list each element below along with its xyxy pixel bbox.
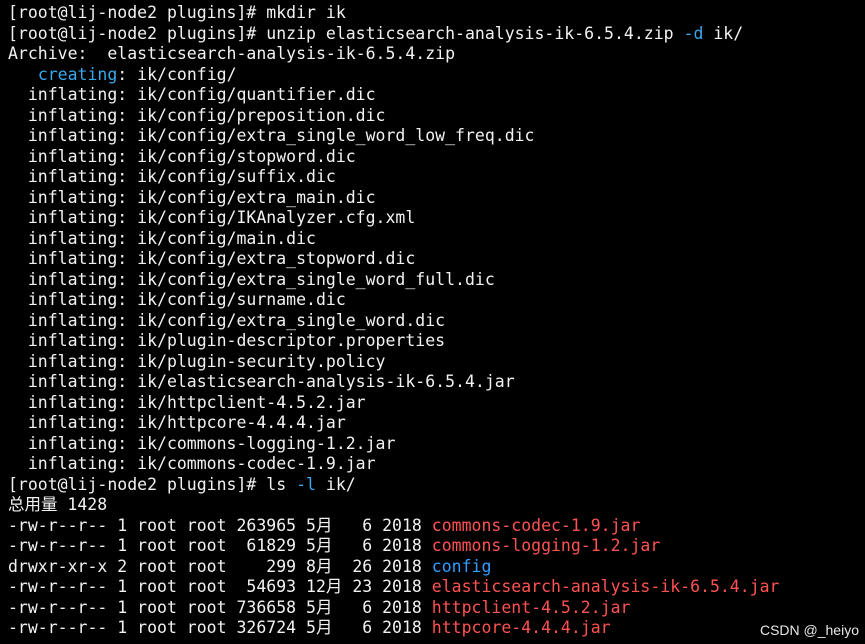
terminal-text: ik/ xyxy=(703,23,744,43)
terminal-line: inflating: ik/config/suffix.dic xyxy=(0,167,865,188)
terminal-text: inflating: ik/config/quantifier.dic xyxy=(8,85,376,104)
terminal-text: inflating: ik/config/surname.dic xyxy=(8,290,346,309)
terminal-line: inflating: ik/config/extra_single_word.d… xyxy=(0,311,865,332)
terminal-text: inflating: ik/plugin-security.policy xyxy=(8,351,386,371)
highlighted-text: -l xyxy=(296,474,316,494)
terminal-line: inflating: ik/commons-codec-1.9.jar xyxy=(0,454,865,475)
terminal-line: creating: ik/config/ xyxy=(0,65,865,86)
highlighted-text: creating xyxy=(37,64,118,84)
terminal-text: inflating: ik/config/extra_single_word_f… xyxy=(8,269,495,289)
terminal-line: [root@lij-node2 plugins]# unzip elastics… xyxy=(0,24,865,45)
terminal-text: ik/ xyxy=(315,474,356,494)
terminal-text: drwxr-xr-x 2 root root 299 8月 26 2018 xyxy=(8,556,432,576)
terminal-text: [root@lij-node2 plugins]# unzip elastics… xyxy=(8,23,684,43)
terminal-text: -rw-r--r-- 1 root root 326724 5月 6 2018 xyxy=(8,618,432,637)
terminal-line: inflating: ik/config/extra_single_word_f… xyxy=(0,270,865,291)
terminal-line: -rw-r--r-- 1 root root 736658 5月 6 2018 … xyxy=(0,598,865,619)
highlighted-text: httpclient-4.5.2.jar xyxy=(431,597,631,617)
terminal-text: 总用量 1428 xyxy=(8,495,108,514)
terminal-text: inflating: ik/config/extra_single_word.d… xyxy=(8,310,446,330)
terminal-line: inflating: ik/elasticsearch-analysis-ik-… xyxy=(0,372,865,393)
terminal-line: inflating: ik/config/preposition.dic xyxy=(0,106,865,127)
highlighted-text: elasticsearch-analysis-ik-6.5.4.jar xyxy=(431,577,780,596)
highlighted-text: httpcore-4.4.4.jar xyxy=(431,618,611,637)
terminal-line: inflating: ik/httpcore-4.4.4.jar xyxy=(0,413,865,434)
terminal-text: inflating: ik/elasticsearch-analysis-ik-… xyxy=(8,372,515,391)
terminal-line: -rw-r--r-- 1 root root 263965 5月 6 2018 … xyxy=(0,516,865,537)
terminal-text: inflating: ik/plugin-descriptor.properti… xyxy=(8,331,446,350)
terminal-line: inflating: ik/config/main.dic xyxy=(0,229,865,250)
terminal-line: -rw-r--r-- 1 root root 61829 5月 6 2018 c… xyxy=(0,536,865,557)
terminal-text: -rw-r--r-- 1 root root 263965 5月 6 2018 xyxy=(8,515,432,535)
terminal-text: inflating: ik/config/preposition.dic xyxy=(8,105,386,125)
terminal-text: inflating: ik/config/IKAnalyzer.cfg.xml xyxy=(8,208,416,227)
terminal-text: inflating: ik/config/extra_main.dic xyxy=(8,187,376,207)
terminal-text: [root@lij-node2 plugins]# ls xyxy=(8,474,297,494)
terminal-text: -rw-r--r-- 1 root root 54693 12月 23 2018 xyxy=(8,577,432,596)
terminal-text: -rw-r--r-- 1 root root 61829 5月 6 2018 xyxy=(8,536,432,555)
terminal-text: inflating: ik/config/main.dic xyxy=(8,228,316,248)
terminal-text: inflating: ik/httpclient-4.5.2.jar xyxy=(8,392,366,412)
terminal-line: inflating: ik/httpclient-4.5.2.jar xyxy=(0,393,865,414)
terminal-text: inflating: ik/commons-codec-1.9.jar xyxy=(8,454,376,473)
highlighted-text: commons-logging-1.2.jar xyxy=(431,536,661,555)
terminal-line: inflating: ik/plugin-descriptor.properti… xyxy=(0,331,865,352)
terminal-line: inflating: ik/config/stopword.dic xyxy=(0,147,865,168)
terminal-line: drwxr-xr-x 2 root root 299 8月 26 2018 co… xyxy=(0,557,865,578)
terminal-line: inflating: ik/config/surname.dic xyxy=(0,290,865,311)
terminal-line: -rw-r--r-- 1 root root 326724 5月 6 2018 … xyxy=(0,618,865,639)
terminal-window[interactable]: [root@lij-node2 plugins]# mkdir ik [root@… xyxy=(0,0,865,644)
highlighted-text: commons-codec-1.9.jar xyxy=(431,515,641,535)
terminal-text: inflating: ik/config/suffix.dic xyxy=(8,167,336,186)
highlighted-text: -d xyxy=(683,23,704,43)
terminal-text: Archive: elasticsearch-analysis-ik-6.5.4… xyxy=(8,44,456,63)
terminal-text: inflating: ik/config/stopword.dic xyxy=(8,146,356,166)
terminal-text: -rw-r--r-- 1 root root 736658 5月 6 2018 xyxy=(8,597,432,617)
watermark: CSDN @_heiyo xyxy=(759,622,859,638)
terminal-text: inflating: ik/commons-logging-1.2.jar xyxy=(8,433,396,453)
terminal-line: 总用量 1428 xyxy=(0,495,865,516)
terminal-text: [root@lij-node2 plugins]# mkdir ik xyxy=(8,3,346,22)
terminal-text: : ik/config/ xyxy=(117,64,237,84)
terminal-line: inflating: ik/config/extra_main.dic xyxy=(0,188,865,209)
terminal-text: inflating: ik/config/extra_stopword.dic xyxy=(8,249,416,268)
terminal-line: inflating: ik/config/quantifier.dic xyxy=(0,85,865,106)
terminal-line: -rw-r--r-- 1 root root 54693 12月 23 2018… xyxy=(0,577,865,598)
terminal-line: inflating: ik/config/extra_stopword.dic xyxy=(0,249,865,270)
highlighted-text: config xyxy=(431,556,492,576)
terminal-line: Archive: elasticsearch-analysis-ik-6.5.4… xyxy=(0,44,865,65)
terminal-line: [root@lij-node2 plugins]# ls -l ik/ xyxy=(0,475,865,496)
terminal-line: inflating: ik/plugin-security.policy xyxy=(0,352,865,373)
terminal-line: [root@lij-node2 plugins]# mkdir ik xyxy=(0,3,865,24)
terminal-text: inflating: ik/config/extra_single_word_l… xyxy=(8,126,535,145)
terminal-line: inflating: ik/config/IKAnalyzer.cfg.xml xyxy=(0,208,865,229)
terminal-text: inflating: ik/httpcore-4.4.4.jar xyxy=(8,413,346,432)
terminal-line: inflating: ik/commons-logging-1.2.jar xyxy=(0,434,865,455)
terminal-output: [root@lij-node2 plugins]# mkdir ik [root@… xyxy=(0,3,865,639)
terminal-line: inflating: ik/config/extra_single_word_l… xyxy=(0,126,865,147)
